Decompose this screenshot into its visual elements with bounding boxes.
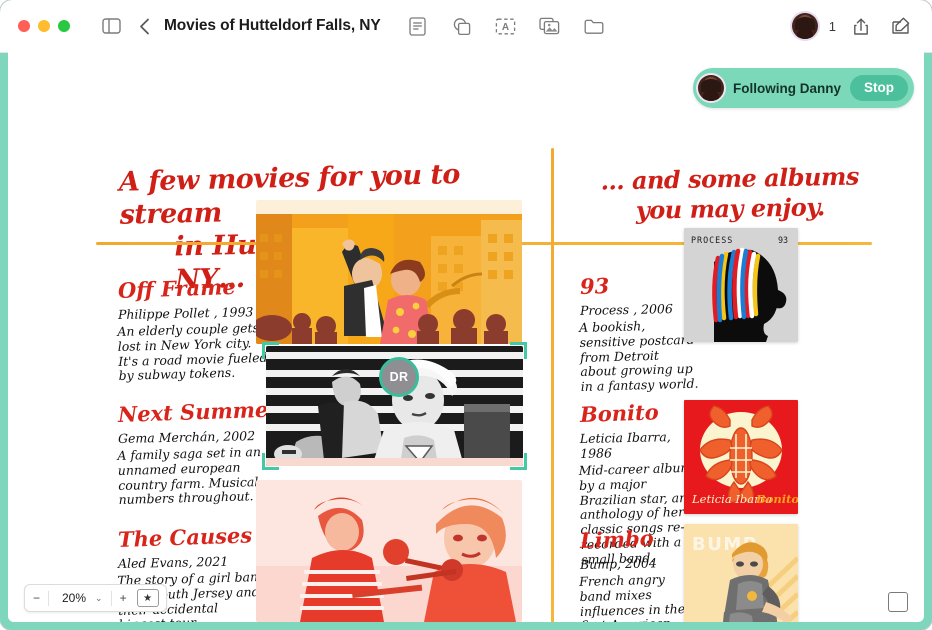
movie-entry-1[interactable]: Off Frame Philippe Pollet , 1993 An elde… [117, 274, 268, 384]
zoom-level-value: 20% [62, 591, 87, 605]
album-title: Limbo [579, 525, 655, 553]
minimize-button[interactable] [38, 20, 50, 32]
vertical-divider [551, 148, 554, 622]
close-button[interactable] [18, 20, 30, 32]
movie-credit: Gema Merchán, 2002 [117, 428, 256, 446]
avatar[interactable] [791, 13, 818, 39]
fit-to-selection-button[interactable]: ★ [135, 585, 166, 611]
text-icon[interactable] [403, 11, 433, 41]
traffic-lights [18, 20, 70, 32]
album-description: A bookish, sensitive postcard from Detro… [578, 318, 699, 394]
shapes-icon[interactable] [447, 11, 477, 41]
toolbar-right: 1 [791, 0, 916, 52]
media-icon[interactable] [535, 11, 565, 41]
movie-credit: Aled Evans, 2021 [117, 553, 229, 571]
svg-text:93: 93 [778, 235, 788, 245]
zoom-button[interactable] [58, 20, 70, 32]
svg-text:PROCESS: PROCESS [691, 235, 733, 245]
svg-text:A: A [502, 22, 509, 33]
right-heading-line-2: you may enjoy. [635, 192, 826, 225]
album-entry-1[interactable]: 93 Process , 2006 A bookish, sensitive p… [578, 273, 699, 395]
share-icon[interactable] [846, 11, 876, 41]
svg-text:Bonito: Bonito [755, 492, 798, 506]
album-title: Bonito [579, 399, 660, 427]
star-icon: ★ [136, 589, 159, 607]
album-description: French angry band mixes influences in th… [578, 571, 696, 622]
toolbar-tools: A [403, 11, 609, 41]
movie-description: An elderly couple gets lost in New York … [117, 320, 268, 384]
album-credit: Leticia Ibarra, 1986 [579, 429, 671, 461]
movie-title: Next Summer [117, 396, 280, 427]
sticker-icon[interactable]: A [491, 11, 521, 41]
stop-following-button[interactable]: Stop [850, 75, 908, 101]
zoom-toolbar[interactable]: − 20% ⌄ + ★ [24, 584, 167, 612]
zoom-in-button[interactable]: + [112, 585, 135, 611]
following-label: Following Danny [733, 80, 841, 96]
movie-title: Off Frame [117, 273, 237, 303]
file-icon[interactable] [579, 11, 609, 41]
movie-title: The Causes [117, 522, 253, 552]
album-credit: Process , 2006 [579, 301, 674, 318]
movie-credit: Philippe Pollet , 1993 [117, 304, 254, 322]
album-cover-3[interactable]: BUMP LIMBO [684, 524, 798, 622]
minimap-button[interactable] [888, 592, 908, 612]
board-canvas[interactable]: Following Danny Stop A few movies for yo… [8, 52, 924, 622]
compose-icon[interactable] [886, 11, 916, 41]
album-cover-1[interactable]: PROCESS 93 [684, 228, 798, 342]
peer-count: 1 [828, 18, 836, 34]
title-bar: Movies of Hutteldorf Falls, NY A 1 [0, 0, 932, 53]
svg-text:LIMBO: LIMBO [756, 620, 798, 622]
collaborator-cursor-badge: DR [379, 357, 419, 397]
app-window: Movies of Hutteldorf Falls, NY A 1 Follo… [0, 0, 932, 630]
album-title: 93 [579, 272, 610, 299]
sidebar-icon[interactable] [96, 11, 126, 41]
movie-image-3[interactable] [256, 480, 522, 622]
right-heading-line-1: … and some albums [600, 161, 860, 196]
following-pill[interactable]: Following Danny Stop [693, 68, 914, 108]
following-avatar [698, 75, 724, 101]
zoom-level-select[interactable]: 20% ⌄ [49, 585, 111, 611]
movie-image-1[interactable] [256, 200, 522, 344]
chevron-down-icon: ⌄ [95, 592, 103, 603]
page-title: Movies of Hutteldorf Falls, NY [164, 17, 381, 34]
back-chevron-icon[interactable] [132, 11, 156, 41]
album-entry-3[interactable]: Limbo Bump, 2004 French angry band mixes… [578, 525, 698, 622]
album-cover-2[interactable]: Leticia Ibarra Bonito [684, 400, 798, 514]
movie-entry-2[interactable]: Next Summer Gema Merchán, 2002 A family … [117, 396, 280, 508]
album-credit: Bump, 2004 [579, 555, 657, 572]
right-heading: … and some albums you may enjoy. [579, 161, 880, 227]
zoom-out-button[interactable]: − [25, 585, 48, 611]
movie-description: A family saga set in an unnamed european… [117, 444, 262, 508]
